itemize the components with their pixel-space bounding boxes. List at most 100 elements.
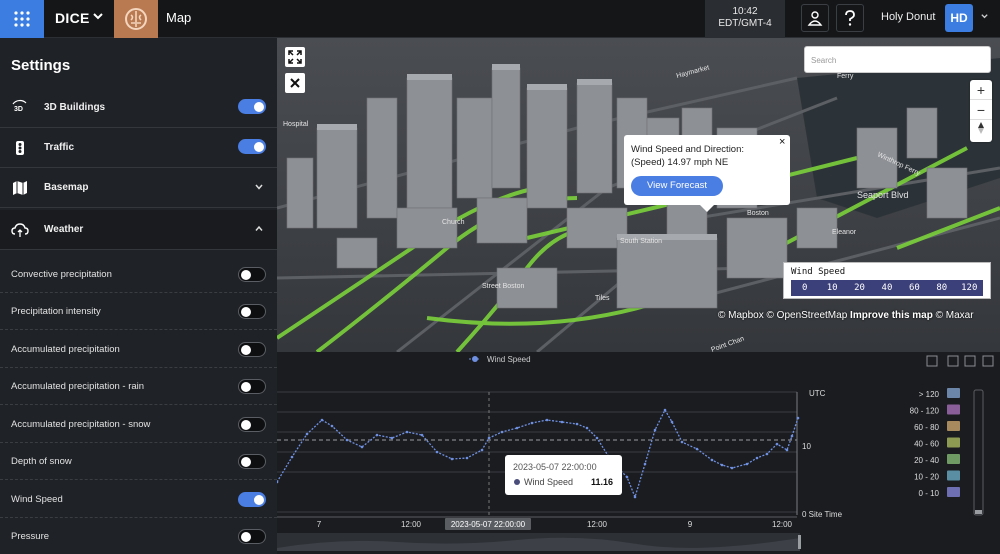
x-tick-label: 12:00 <box>401 520 422 529</box>
section-weather[interactable]: Weather <box>0 210 277 250</box>
search-input[interactable]: Search <box>804 46 991 73</box>
map-attribution: © Mapbox © OpenStreetMap Improve this ma… <box>718 310 974 321</box>
layer-label: Accumulated precipitation - rain <box>11 381 145 392</box>
data-point <box>745 462 749 466</box>
layer-toggle[interactable] <box>238 304 266 319</box>
crop-icon[interactable] <box>964 355 976 367</box>
avatar[interactable]: HD <box>945 4 973 32</box>
data-point <box>595 436 599 440</box>
color-scale-swatch <box>947 487 960 497</box>
data-point <box>405 430 409 434</box>
download-icon[interactable] <box>926 355 938 367</box>
apps-grid-button[interactable] <box>0 0 44 38</box>
close-icon <box>290 78 300 88</box>
layer-toggle[interactable] <box>238 417 266 432</box>
color-scale-swatch <box>947 388 960 398</box>
color-scale-label: 10 - 20 <box>914 473 939 482</box>
weather-layer-row[interactable]: Precipitation intensity <box>0 293 277 330</box>
tooltip-value: 11.16 <box>591 477 613 487</box>
zoom-slider-handle[interactable] <box>798 535 801 549</box>
right-axis-label: UTC <box>809 389 826 398</box>
weather-layer-row[interactable]: Accumulated precipitation - rain <box>0 368 277 405</box>
section-traffic[interactable]: Traffic <box>0 128 277 168</box>
color-scale-swatch <box>947 454 960 464</box>
attribution-maxar[interactable]: © Maxar <box>936 310 974 321</box>
profile-button[interactable] <box>801 4 829 32</box>
legend-value: 0 <box>802 283 808 293</box>
tooltip-series-name: Wind Speed <box>524 477 573 487</box>
data-point <box>560 420 564 424</box>
data-point <box>515 426 519 430</box>
zoom-in-button[interactable]: + <box>970 80 992 100</box>
x-tick-label: 12:00 <box>587 520 608 529</box>
wind-speed-chart[interactable]: Wind Speed UTC 10 0 Site Time 7 12:00 12:00 9 12… <box>277 352 1000 554</box>
close-map-button[interactable] <box>285 73 305 93</box>
weather-layer-row[interactable]: Wind Speed <box>0 481 277 518</box>
attribution-osm[interactable]: © OpenStreetMap <box>767 310 848 321</box>
color-scale-label: 20 - 40 <box>914 456 939 465</box>
wind-popup: Wind Speed and Direction: (Speed) 14.97 … <box>624 135 790 212</box>
zoom-out-button[interactable]: − <box>970 100 992 120</box>
chevron-up-icon[interactable] <box>254 224 264 234</box>
traffic-toggle[interactable] <box>238 139 266 154</box>
data-point <box>755 456 759 460</box>
view-forecast-button[interactable]: View Forecast <box>631 176 723 196</box>
app-name[interactable]: DICE <box>55 10 90 26</box>
chevron-down-icon[interactable] <box>980 12 989 21</box>
layer-toggle[interactable] <box>238 379 266 394</box>
3d-icon: 3D <box>12 99 27 113</box>
weather-layer-row[interactable]: Pressure <box>0 518 277 554</box>
help-button[interactable] <box>836 4 864 32</box>
layer-toggle[interactable] <box>238 342 266 357</box>
map-label: Eleanor <box>832 229 857 236</box>
map-label: Hospital <box>283 121 309 128</box>
fullscreen-button[interactable] <box>285 47 305 67</box>
layer-label: Depth of snow <box>11 456 72 467</box>
close-icon[interactable]: × <box>779 136 785 148</box>
data-point <box>465 456 469 460</box>
section-label: Traffic <box>44 142 75 153</box>
data-point <box>360 445 364 449</box>
user-name[interactable]: Holy Donut <box>881 11 935 23</box>
layer-toggle[interactable] <box>238 492 266 507</box>
layer-toggle[interactable] <box>238 267 266 282</box>
data-point <box>625 475 629 479</box>
x-tick-label: 12:00 <box>772 520 793 529</box>
data-point <box>670 420 674 424</box>
layer-toggle[interactable] <box>238 454 266 469</box>
cloud-icon <box>11 223 29 237</box>
data-point <box>765 452 769 456</box>
color-scale-slider-handle[interactable] <box>975 510 982 514</box>
improve-map-link[interactable]: Improve this map <box>850 310 933 321</box>
map-view[interactable]: Seaport Blvd South Station Winthrop Ferr… <box>277 38 1000 352</box>
chevron-down-icon[interactable] <box>92 10 104 22</box>
crosshair-x-label: 2023-05-07 22:00:00 <box>451 520 526 529</box>
map-label: Tiles <box>595 295 610 302</box>
layer-toggle[interactable] <box>238 529 266 544</box>
weather-layer-row[interactable]: Convective precipitation <box>0 256 277 293</box>
crop-icon[interactable] <box>947 355 959 367</box>
tooltip-box <box>505 455 622 495</box>
data-point <box>305 432 309 436</box>
section-basemap[interactable]: Basemap <box>0 168 277 208</box>
weather-layer-row[interactable]: Accumulated precipitation - snow <box>0 406 277 443</box>
weather-layer-row[interactable]: Depth of snow <box>0 443 277 480</box>
legend-title: Wind Speed <box>791 267 846 277</box>
refresh-icon[interactable] <box>982 355 994 367</box>
map-label: Church <box>442 219 465 226</box>
chevron-down-icon[interactable] <box>254 182 264 192</box>
color-scale-label: > 120 <box>919 390 940 399</box>
section-3d-buildings[interactable]: 3D 3D Buildings <box>0 88 277 128</box>
compass-button[interactable] <box>970 120 992 140</box>
3d-buildings-toggle[interactable] <box>238 99 266 114</box>
section-label: Weather <box>44 224 84 235</box>
data-point <box>633 495 637 499</box>
wind-speed-chart-panel: Wind Speed UTC 10 0 Site Time 7 12:00 12:00 9 12… <box>277 352 1000 554</box>
data-point <box>420 433 424 437</box>
data-point <box>320 418 324 422</box>
color-scale-label: 60 - 80 <box>914 423 939 432</box>
attribution-mapbox[interactable]: © Mapbox <box>718 310 764 321</box>
weather-layer-row[interactable]: Accumulated precipitation <box>0 331 277 368</box>
data-point <box>720 463 724 467</box>
clock: 10:42 EDT/GMT-4 <box>705 0 785 38</box>
